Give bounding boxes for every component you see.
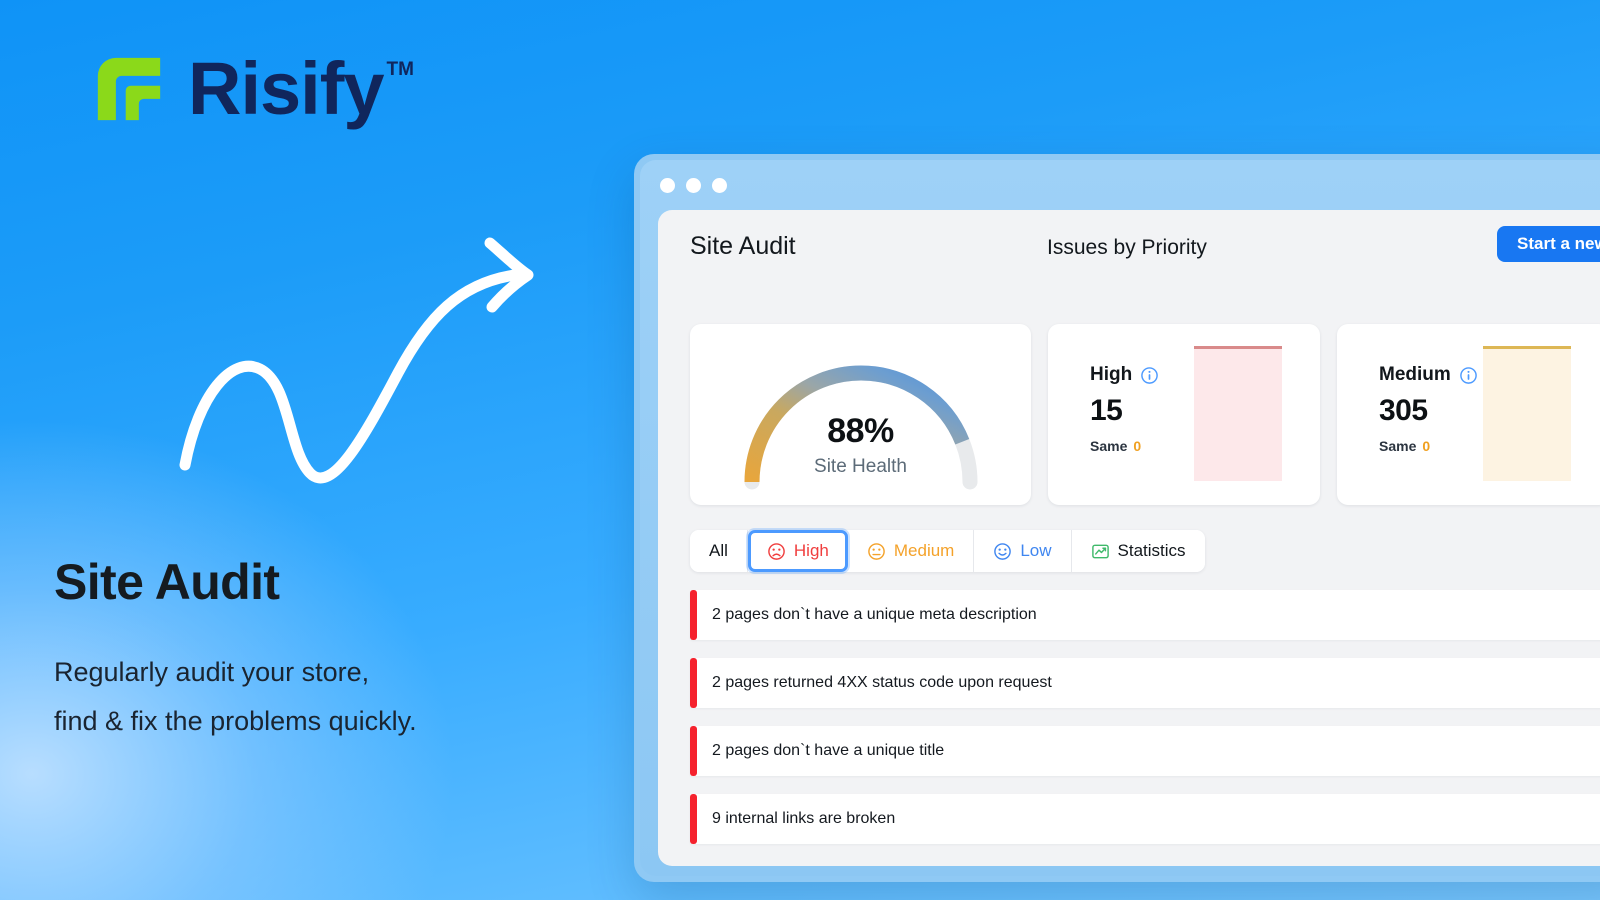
issues-by-priority-title: Issues by Priority bbox=[1047, 236, 1207, 259]
kpi-high-bar-body bbox=[1194, 349, 1282, 481]
site-health-gauge: 88% Site Health bbox=[736, 350, 986, 490]
window-dot-close-icon[interactable] bbox=[660, 177, 675, 193]
tab-all-label: All bbox=[709, 541, 728, 560]
frown-face-icon bbox=[768, 542, 785, 560]
issue-filter-tabs: All High Medium Low Statistics bbox=[690, 530, 1205, 572]
browser-window-body: Site Audit Issues by Priority Start a ne… bbox=[640, 160, 1600, 876]
issue-title: 9 internal links are broken bbox=[712, 810, 896, 827]
dashboard-viewport: Site Audit Issues by Priority Start a ne… bbox=[658, 210, 1600, 866]
tab-statistics[interactable]: Statistics bbox=[1071, 530, 1205, 572]
issue-list-item[interactable]: 2 pages don`t have a unique meta descrip… bbox=[690, 590, 1600, 640]
severity-accent-bar bbox=[690, 794, 697, 844]
kpi-medium-label: Medium bbox=[1379, 364, 1451, 385]
severity-accent-bar bbox=[690, 658, 697, 708]
tab-medium[interactable]: Medium bbox=[847, 530, 975, 572]
page-title: Site Audit bbox=[690, 232, 796, 260]
brand-wordmark: Risify bbox=[188, 47, 385, 130]
tab-all[interactable]: All bbox=[690, 530, 748, 572]
tab-low-label: Low bbox=[1020, 541, 1052, 560]
kpi-medium-delta-label: Same bbox=[1379, 438, 1417, 454]
window-dot-minimize-icon[interactable] bbox=[686, 177, 701, 193]
neutral-face-icon bbox=[868, 542, 885, 560]
page-subcopy: Regularly audit your store, find & fix t… bbox=[54, 648, 417, 746]
page-headline: Site Audit bbox=[54, 554, 280, 610]
severity-accent-bar bbox=[690, 590, 697, 640]
browser-window: Site Audit Issues by Priority Start a ne… bbox=[634, 154, 1600, 882]
issue-list-item[interactable]: 2 pages returned 4XX status code upon re… bbox=[690, 658, 1600, 708]
kpi-card-high: High 15 Same 0 bbox=[1048, 324, 1320, 505]
curved-arrow-up-right-icon bbox=[179, 237, 534, 484]
window-dot-maximize-icon[interactable] bbox=[712, 177, 727, 193]
kpi-high-label: High bbox=[1090, 364, 1133, 385]
subcopy-line-1: Regularly audit your store, bbox=[54, 657, 370, 687]
issue-title: 2 pages don`t have a unique meta descrip… bbox=[712, 606, 1037, 623]
tab-medium-label: Medium bbox=[893, 541, 955, 560]
start-new-audit-button[interactable]: Start a new A bbox=[1497, 226, 1600, 262]
kpi-high-delta-label: Same bbox=[1090, 438, 1128, 454]
window-titlebar bbox=[640, 160, 1600, 210]
info-circle-icon[interactable] bbox=[1459, 366, 1478, 385]
dashboard-header: Site Audit Issues by Priority Start a ne… bbox=[658, 210, 1600, 282]
tab-statistics-label: Statistics bbox=[1117, 541, 1186, 560]
kpi-medium-bar-body bbox=[1483, 349, 1571, 481]
site-health-caption: Site Health bbox=[814, 456, 907, 477]
tab-high[interactable]: High bbox=[747, 530, 848, 572]
kpi-card-row: 88% Site Health High 15 Same 0 Medium 30… bbox=[690, 324, 1600, 505]
site-health-card: 88% Site Health bbox=[690, 324, 1031, 505]
tab-low[interactable]: Low bbox=[974, 530, 1072, 572]
tab-high-label: High bbox=[793, 541, 829, 560]
issue-list-item[interactable]: 2 pages don`t have a unique title bbox=[690, 726, 1600, 776]
line-chart-icon bbox=[1091, 544, 1109, 558]
smile-face-icon bbox=[994, 542, 1012, 560]
trademark-symbol: TM bbox=[386, 59, 414, 80]
kpi-medium-bar-chart bbox=[1483, 346, 1571, 481]
brand-logo: Risify TM bbox=[88, 48, 414, 130]
issue-title: 2 pages returned 4XX status code upon re… bbox=[712, 674, 1052, 691]
site-health-value: 88% bbox=[827, 412, 894, 450]
risify-bracket-logo-icon bbox=[97, 57, 161, 121]
kpi-card-medium: Medium 305 Same 0 bbox=[1337, 324, 1600, 505]
subcopy-line-2: find & fix the problems quickly. bbox=[54, 706, 417, 737]
kpi-medium-delta-value: 0 bbox=[1422, 438, 1431, 454]
kpi-high-delta-value: 0 bbox=[1133, 438, 1142, 454]
issue-list: 2 pages don`t have a unique meta descrip… bbox=[690, 590, 1600, 862]
issue-list-item[interactable]: 9 internal links are broken bbox=[690, 794, 1600, 844]
info-circle-icon[interactable] bbox=[1140, 366, 1159, 385]
issue-title: 2 pages don`t have a unique title bbox=[712, 742, 945, 759]
promo-banner: Risify TM Site Audit Regularly audit you… bbox=[0, 0, 1600, 900]
severity-accent-bar bbox=[690, 726, 697, 776]
kpi-high-bar-chart bbox=[1194, 346, 1282, 481]
